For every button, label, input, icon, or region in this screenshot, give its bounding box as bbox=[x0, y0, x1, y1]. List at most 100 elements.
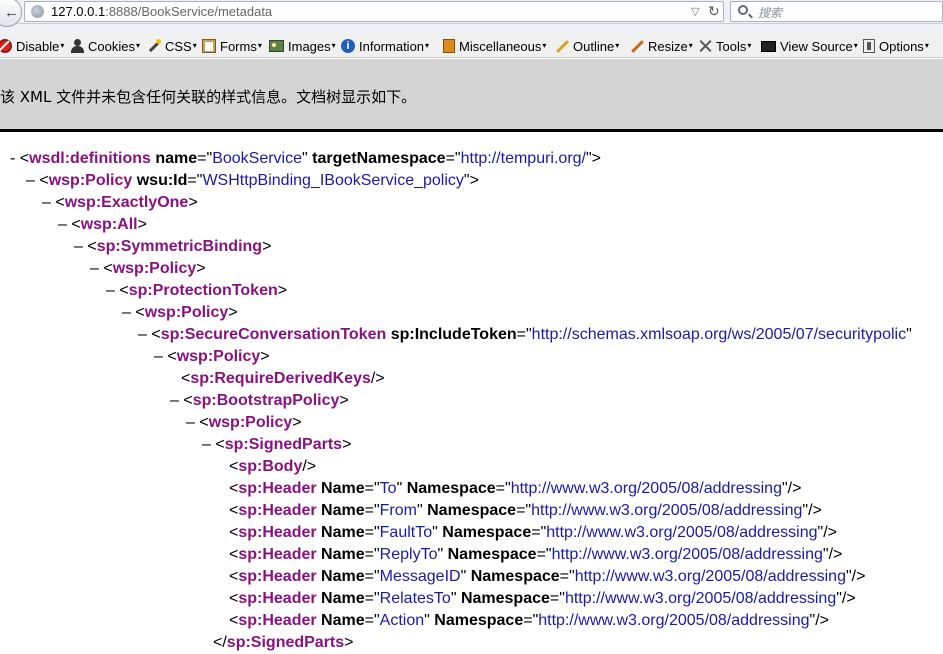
attr-eq-quote: =" bbox=[516, 326, 532, 343]
tag-open-bracket: </ bbox=[213, 634, 227, 651]
xml-tag-name: wsp:All bbox=[80, 216, 138, 233]
attr-close-quote: " bbox=[396, 480, 403, 497]
xml-line: – <sp:BootstrapPolicy> bbox=[0, 390, 943, 412]
xml-attr-value: http://www.w3.org/2005/08/addressing bbox=[564, 590, 837, 607]
images-menu[interactable]: Images ▾ bbox=[269, 37, 336, 55]
site-identity-icon[interactable] bbox=[31, 5, 44, 18]
xml-line: <sp:Body/> bbox=[0, 456, 943, 478]
tag-open-bracket: < bbox=[87, 238, 97, 255]
xml-attr-name: Namespace bbox=[427, 502, 517, 519]
back-arrow-icon: ← bbox=[4, 4, 19, 21]
attr-eq-quote: =" bbox=[536, 546, 552, 563]
tools-icon bbox=[698, 39, 712, 53]
collapse-toggle[interactable]: – bbox=[170, 392, 179, 409]
xml-line: – <wsp:Policy> bbox=[0, 258, 943, 280]
tag-close-bracket: > bbox=[339, 392, 349, 409]
information-menu[interactable]: i Information ▾ bbox=[341, 37, 429, 55]
tag-close-bracket: /> bbox=[823, 524, 838, 541]
xml-document-tree: - <wsdl:definitions name="BookService" t… bbox=[0, 148, 943, 654]
collapse-toggle[interactable]: – bbox=[90, 260, 99, 277]
xml-line: – <sp:SignedParts> bbox=[0, 434, 943, 456]
tag-close-bracket: /> bbox=[787, 480, 802, 497]
xml-tag-name: sp:Header bbox=[238, 568, 317, 585]
collapse-toggle[interactable]: – bbox=[26, 172, 35, 189]
attr-close-quote: " bbox=[460, 568, 467, 585]
collapse-toggle[interactable]: – bbox=[42, 194, 51, 211]
xml-attr-value: MessageID bbox=[379, 568, 461, 585]
outline-menu[interactable]: Outline ▾ bbox=[555, 37, 619, 55]
attr-close-quote: " bbox=[432, 524, 438, 541]
xml-tag-name: sp:SignedParts bbox=[226, 634, 345, 651]
xml-attr-name: Namespace bbox=[470, 568, 560, 585]
tools-menu[interactable]: Tools ▾ bbox=[698, 37, 751, 55]
collapse-toggle[interactable]: – bbox=[154, 348, 163, 365]
attr-eq-quote: =" bbox=[364, 590, 380, 607]
xml-tag-name: sp:RequireDerivedKeys bbox=[190, 370, 371, 387]
xml-attr-name: name bbox=[155, 150, 198, 167]
collapse-toggle[interactable]: – bbox=[202, 436, 211, 453]
xml-info-banner: 该 XML 文件并未包含任何关联的样式信息。文档树显示如下。 bbox=[0, 59, 943, 129]
xml-tag-name: sp:Header bbox=[238, 612, 317, 629]
css-menu[interactable]: CSS ▾ bbox=[147, 37, 197, 55]
collapse-toggle[interactable]: – bbox=[138, 326, 147, 343]
xml-line: <sp:Header Name="FaultTo" Namespace="htt… bbox=[0, 522, 943, 544]
xml-line: – <sp:ProtectionToken> bbox=[0, 280, 943, 302]
url-path: :8888/BookService/metadata bbox=[105, 4, 273, 19]
collapse-toggle[interactable]: – bbox=[106, 282, 115, 299]
xml-attr-value: http://schemas.xmlsoap.org/ws/2005/07/se… bbox=[531, 326, 907, 343]
xml-attr-name: Name bbox=[321, 568, 365, 585]
xml-attr-value: http://www.w3.org/2005/08/addressing bbox=[574, 568, 846, 585]
xml-attr-value: http://tempuri.org/ bbox=[460, 150, 586, 167]
tag-close-bracket: /> bbox=[808, 502, 822, 519]
xml-attr-value: BookService bbox=[212, 150, 303, 167]
attr-eq-quote: =" bbox=[523, 612, 539, 629]
attr-close-quote: " bbox=[416, 502, 423, 519]
forms-menu[interactable]: Forms ▾ bbox=[202, 37, 262, 55]
attr-eq-quote: =" bbox=[197, 150, 213, 167]
attr-eq-quote: =" bbox=[445, 150, 461, 167]
collapse-toggle[interactable]: – bbox=[186, 414, 195, 431]
tag-close-bracket: /> bbox=[302, 458, 317, 475]
xml-tag-name: sp:BootstrapPolicy bbox=[192, 392, 340, 409]
xml-tag-name: sp:SignedParts bbox=[224, 436, 343, 453]
xml-line: <sp:RequireDerivedKeys/> bbox=[0, 368, 943, 390]
reload-icon[interactable]: ↻ bbox=[708, 3, 720, 20]
banner-divider bbox=[0, 129, 943, 132]
attr-close-quote: " bbox=[437, 546, 444, 563]
attr-close-quote: " bbox=[424, 612, 430, 629]
css-wand-icon bbox=[147, 39, 161, 53]
collapse-toggle[interactable]: - bbox=[10, 150, 15, 167]
tag-open-bracket: < bbox=[229, 612, 239, 629]
collapse-toggle[interactable]: – bbox=[58, 216, 67, 233]
xml-line: <sp:Header Name="MessageID" Namespace="h… bbox=[0, 566, 943, 588]
url-bar[interactable]: 127.0.0.1:8888/BookService/metadata ▽ ↻ bbox=[24, 1, 724, 22]
view-source-menu[interactable]: View Source ▾ bbox=[761, 37, 858, 55]
attr-eq-quote: =" bbox=[364, 612, 380, 629]
collapse-toggle[interactable]: – bbox=[74, 238, 83, 255]
xml-line: – <wsp:Policy wsu:Id="WSHttpBinding_IBoo… bbox=[0, 170, 943, 192]
tag-open-bracket: < bbox=[19, 150, 30, 167]
attr-eq-quote: =" bbox=[364, 568, 380, 585]
options-menu[interactable]: Options ▾ bbox=[863, 37, 929, 55]
tag-open-bracket: < bbox=[229, 524, 239, 541]
search-box[interactable]: 搜索 bbox=[730, 1, 943, 22]
xml-attr-value: ReplyTo bbox=[379, 546, 438, 563]
resize-menu[interactable]: Resize ▾ bbox=[630, 37, 693, 55]
xml-tag-name: sp:Header bbox=[238, 590, 317, 607]
back-button[interactable]: ← bbox=[0, 0, 22, 27]
url-dropdown-icon[interactable]: ▽ bbox=[691, 5, 699, 18]
xml-tag-name: wsp:Policy bbox=[208, 414, 293, 431]
tag-close-bracket: /> bbox=[841, 590, 856, 607]
xml-attr-name: targetNamespace bbox=[312, 150, 446, 167]
miscellaneous-menu[interactable]: Miscellaneous ▾ bbox=[443, 37, 546, 55]
attr-eq-quote: =" bbox=[364, 480, 380, 497]
collapse-toggle[interactable]: – bbox=[122, 304, 131, 321]
attr-close-quote: " bbox=[906, 326, 912, 343]
xml-attr-value: To bbox=[379, 480, 397, 497]
xml-attr-name: Name bbox=[321, 590, 365, 607]
cookies-menu[interactable]: Cookies ▾ bbox=[70, 37, 140, 55]
xml-attr-value: FaultTo bbox=[379, 524, 433, 541]
disable-menu[interactable]: Disable ▾ bbox=[0, 37, 64, 55]
xml-tag-name: sp:Header bbox=[238, 524, 317, 541]
xml-line: – <wsp:Policy> bbox=[0, 412, 943, 434]
